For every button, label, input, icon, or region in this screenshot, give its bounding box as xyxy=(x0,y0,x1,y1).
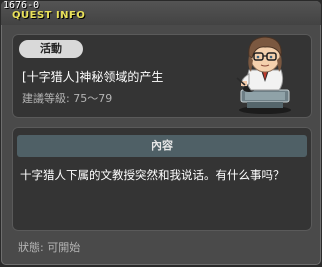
content-panel: 內容 十字猎人下属的文教授突然和我说话。有什么事吗？ xyxy=(12,127,312,231)
content-header: 內容 xyxy=(17,135,307,157)
quest-summary-panel: 活動 [十字猎人]神秘领域的产生 建議等級: 75～79 xyxy=(12,34,312,118)
recommended-level: 建議等級: 75～79 xyxy=(22,92,113,105)
quest-type-badge: 活動 xyxy=(19,40,83,58)
title-bar[interactable]: 1676-0 QUEST INFO xyxy=(1,1,321,25)
quest-info-window: 1676-0 QUEST INFO 活動 [十字猎人]神秘领域的产生 建議等級:… xyxy=(1,1,321,265)
window-title: QUEST INFO xyxy=(12,10,86,21)
npc-portrait-icon xyxy=(236,36,291,114)
quest-description: 十字猎人下属的文教授突然和我说话。有什么事吗？ xyxy=(20,168,285,182)
quest-name: [十字猎人]神秘领域的产生 xyxy=(22,70,164,84)
quest-status: 狀態: 可開始 xyxy=(18,241,81,254)
